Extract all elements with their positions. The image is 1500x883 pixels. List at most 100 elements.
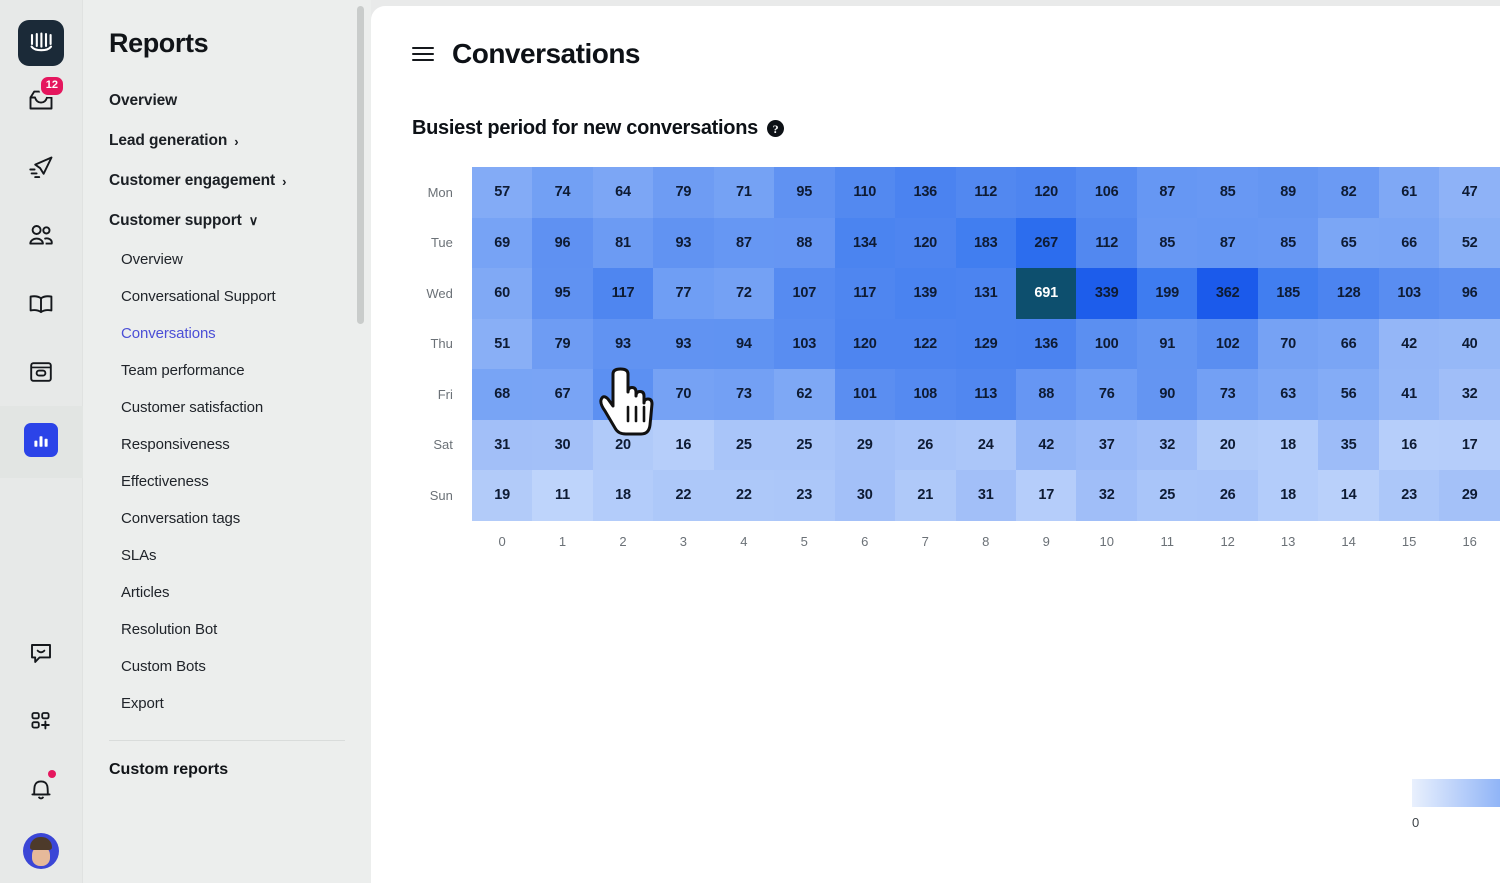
apps-add-icon[interactable] [18,698,64,744]
heatmap-cell[interactable]: 68 [471,369,533,420]
heatmap-cell[interactable]: 30 [834,470,896,521]
heatmap-cell[interactable]: 70 [1257,318,1319,369]
heatmap-cell[interactable]: 25 [1136,470,1198,521]
sidebar-item-responsiveness[interactable]: Responsiveness [83,426,371,463]
heatmap-cell[interactable]: 99 [592,369,654,420]
heatmap-cell[interactable]: 79 [532,318,593,369]
heatmap-cell[interactable]: 95 [532,268,593,319]
heatmap-cell[interactable]: 64 [592,167,654,218]
sidebar-item-resolution-bot[interactable]: Resolution Bot [83,611,371,648]
heatmap-cell[interactable]: 77 [653,268,714,319]
sidebar-item-overview[interactable]: Overview [83,81,371,121]
heatmap-cell[interactable]: 120 [834,318,896,369]
intercom-logo[interactable] [18,20,64,66]
heatmap-cell[interactable]: 691 [1015,268,1077,319]
heatmap-cell[interactable]: 65 [1318,217,1379,268]
heatmap-cell[interactable]: 42 [1015,419,1077,470]
heatmap-cell[interactable]: 70 [653,369,714,420]
heatmap-cell[interactable]: 18 [1257,419,1319,470]
heatmap-cell[interactable]: 29 [1439,470,1500,521]
notifications-icon[interactable] [18,766,64,812]
heatmap-cell[interactable]: 26 [895,419,956,470]
news-icon[interactable] [18,349,64,395]
heatmap-cell[interactable]: 136 [895,167,956,218]
heatmap-cell[interactable]: 185 [1257,268,1319,319]
heatmap-cell[interactable]: 42 [1378,318,1440,369]
sidebar-item-slas[interactable]: SLAs [83,537,371,574]
sidebar-item-effectiveness[interactable]: Effectiveness [83,463,371,500]
sidebar-scrollbar-thumb[interactable] [357,6,364,324]
heatmap-cell[interactable]: 102 [1197,318,1258,369]
heatmap-cell[interactable]: 120 [1015,167,1077,218]
heatmap-cell[interactable]: 23 [1378,470,1440,521]
heatmap-cell[interactable]: 40 [1439,318,1500,369]
heatmap-cell[interactable]: 72 [713,268,775,319]
heatmap-cell[interactable]: 96 [1439,268,1500,319]
heatmap-cell[interactable]: 16 [1378,419,1440,470]
heatmap-cell[interactable]: 35 [1318,419,1379,470]
heatmap-cell[interactable]: 20 [592,419,654,470]
sidebar-item-custom-reports[interactable]: Custom reports [83,741,371,779]
heatmap-cell[interactable]: 17 [1439,419,1500,470]
heatmap-cell[interactable]: 31 [955,470,1016,521]
heatmap-cell[interactable]: 16 [653,419,714,470]
heatmap-cell[interactable]: 73 [1197,369,1258,420]
heatmap-cell[interactable]: 32 [1439,369,1500,420]
heatmap-cell[interactable]: 14 [1318,470,1379,521]
heatmap-cell[interactable]: 95 [774,167,835,218]
heatmap-cell[interactable]: 24 [955,419,1016,470]
heatmap-cell[interactable]: 139 [895,268,956,319]
heatmap-cell[interactable]: 52 [1439,217,1500,268]
heatmap-cell[interactable]: 74 [532,167,593,218]
heatmap-cell[interactable]: 37 [1076,419,1137,470]
heatmap-cell[interactable]: 11 [532,470,593,521]
send-icon[interactable] [18,145,64,191]
heatmap-cell[interactable]: 199 [1136,268,1198,319]
heatmap-cell[interactable]: 22 [653,470,714,521]
heatmap-cell[interactable]: 88 [1015,369,1077,420]
heatmap-cell[interactable]: 67 [532,369,593,420]
heatmap-cell[interactable]: 183 [955,217,1016,268]
sidebar-item-support-overview[interactable]: Overview [83,241,371,278]
heatmap-cell[interactable]: 18 [592,470,654,521]
heatmap-cell[interactable]: 25 [713,419,775,470]
heatmap-cell[interactable]: 90 [1136,369,1198,420]
heatmap-cell[interactable]: 61 [1378,167,1440,218]
heatmap-cell[interactable]: 339 [1076,268,1137,319]
heatmap-cell[interactable]: 23 [774,470,835,521]
hamburger-icon[interactable] [412,47,434,61]
heatmap-cell[interactable]: 106 [1076,167,1137,218]
contacts-icon[interactable] [18,213,64,259]
heatmap-cell[interactable]: 122 [895,318,956,369]
reports-icon[interactable] [18,417,64,463]
heatmap-cell[interactable]: 362 [1197,268,1258,319]
heatmap-cell[interactable]: 93 [592,318,654,369]
heatmap-cell[interactable]: 82 [1318,167,1379,218]
heatmap-cell[interactable]: 29 [834,419,896,470]
heatmap-cell[interactable]: 134 [834,217,896,268]
heatmap-cell[interactable]: 66 [1378,217,1440,268]
heatmap-cell[interactable]: 25 [774,419,835,470]
heatmap-cell[interactable]: 79 [653,167,714,218]
sidebar-item-export[interactable]: Export [83,685,371,722]
inbox-icon[interactable]: 12 [18,75,65,123]
sidebar-item-team-performance[interactable]: Team performance [83,352,371,389]
heatmap-cell[interactable]: 21 [895,470,956,521]
heatmap-cell[interactable]: 18 [1257,470,1319,521]
heatmap-cell[interactable]: 96 [532,217,593,268]
heatmap-cell[interactable]: 20 [1197,419,1258,470]
heatmap-cell[interactable]: 128 [1318,268,1379,319]
heatmap-cell[interactable]: 87 [713,217,775,268]
heatmap-cell[interactable]: 108 [895,369,956,420]
heatmap-cell[interactable]: 85 [1197,167,1258,218]
sidebar-item-conversational-support[interactable]: Conversational Support [83,278,371,315]
heatmap-cell[interactable]: 81 [592,217,654,268]
heatmap-cell[interactable]: 32 [1136,419,1198,470]
sidebar-item-articles[interactable]: Articles [83,574,371,611]
sidebar-item-customer-engagement[interactable]: Customer engagement › [83,161,371,201]
heatmap-cell[interactable]: 89 [1257,167,1319,218]
heatmap-cell[interactable]: 136 [1015,318,1077,369]
heatmap-cell[interactable]: 63 [1257,369,1319,420]
heatmap-cell[interactable]: 112 [955,167,1016,218]
heatmap-cell[interactable]: 94 [713,318,775,369]
